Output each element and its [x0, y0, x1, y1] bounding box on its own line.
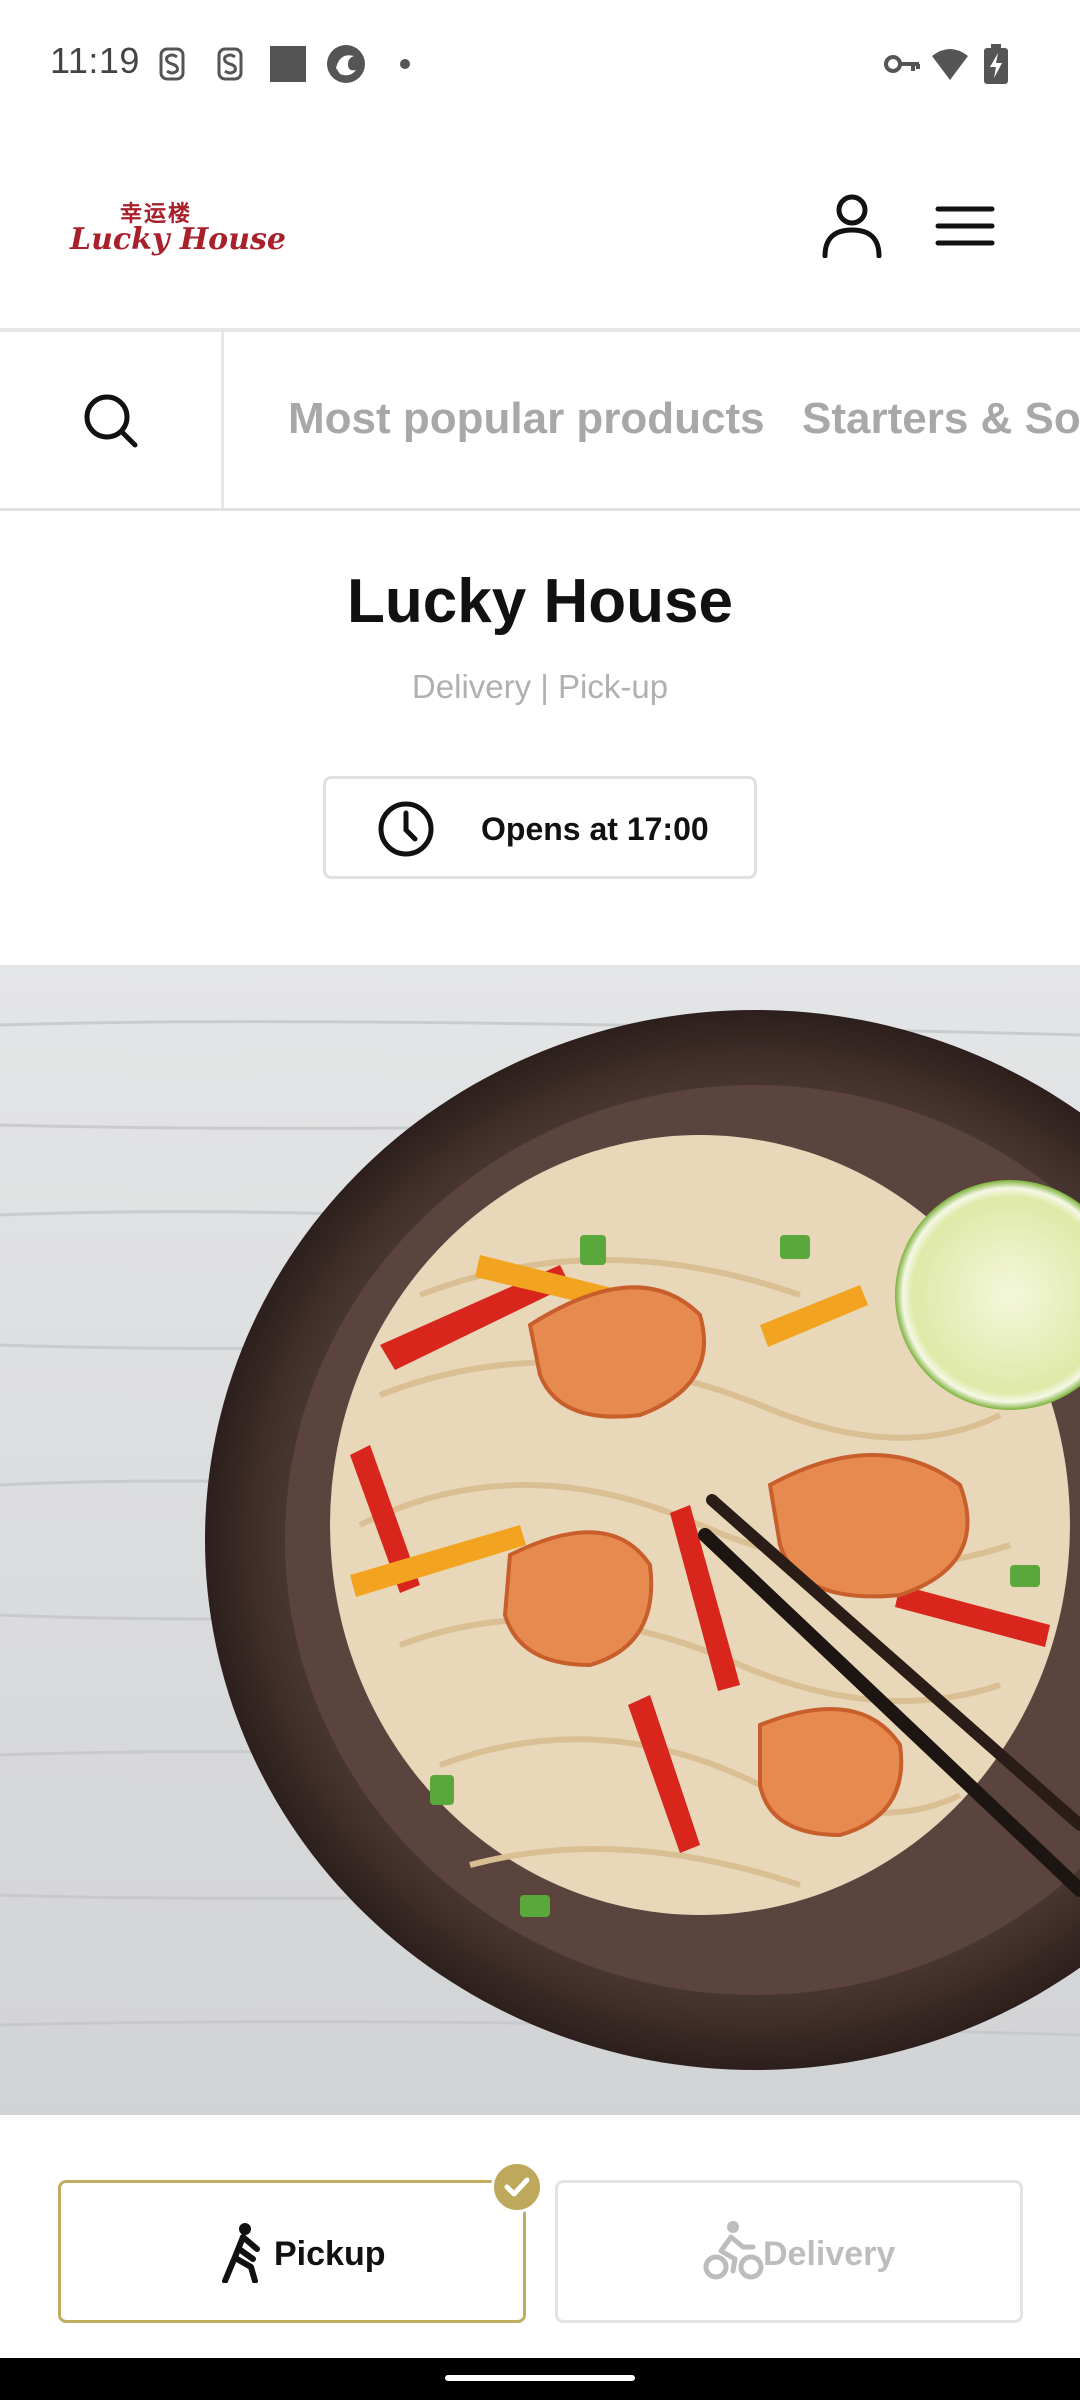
search-button[interactable] — [0, 332, 224, 510]
battery-charging-icon — [984, 44, 1008, 84]
bicycle-courier-icon — [703, 2221, 764, 2280]
category-tab-most-popular[interactable]: Most popular products — [288, 394, 765, 444]
sim-s-icon — [159, 47, 185, 81]
search-icon — [84, 394, 137, 448]
category-nav-divider — [0, 508, 1080, 511]
category-tab-starters[interactable]: Starters & So — [802, 394, 1080, 444]
check-icon — [504, 2177, 530, 2197]
restaurant-name: Lucky House — [347, 567, 733, 636]
square-notification-icon — [270, 46, 306, 82]
user-icon[interactable] — [820, 192, 884, 258]
status-time: 11:19 — [50, 40, 140, 81]
vpn-key-icon — [884, 55, 920, 73]
service-types: Delivery | Pick-up — [411, 668, 669, 705]
wifi-icon — [932, 49, 968, 80]
pickup-option-button[interactable]: Pickup — [58, 2180, 526, 2323]
noodles-with-shrimp-photo — [0, 965, 1080, 2115]
logo-text: Lucky House — [70, 222, 286, 257]
menu-icon[interactable] — [935, 204, 995, 248]
app-notification-icon — [327, 45, 365, 83]
pickup-label: Pickup — [274, 2235, 386, 2273]
hero-food-image — [0, 965, 1080, 2115]
opening-hours-text: Opens at 17:00 — [481, 811, 709, 847]
selected-check-badge — [491, 2161, 543, 2213]
opening-hours-badge[interactable]: Opens at 17:00 — [323, 776, 757, 879]
system-navigation-bar — [0, 2358, 1080, 2400]
dot-icon — [400, 59, 410, 69]
walking-person-icon — [222, 2223, 260, 2283]
category-nav: Most popular products Starters & So — [0, 332, 1080, 510]
status-bar: 11:19 — [0, 0, 1080, 126]
app-header: 幸运楼 Lucky House — [0, 126, 1080, 330]
sim-s-icon — [217, 47, 243, 81]
clock-icon — [378, 801, 434, 857]
delivery-option-button[interactable]: Delivery — [555, 2180, 1023, 2323]
restaurant-logo[interactable]: 幸运楼 Lucky House — [70, 196, 286, 266]
order-mode-selector: Pickup Delivery — [0, 2115, 1080, 2355]
delivery-label: Delivery — [763, 2235, 896, 2273]
home-gesture-handle[interactable] — [445, 2375, 635, 2381]
